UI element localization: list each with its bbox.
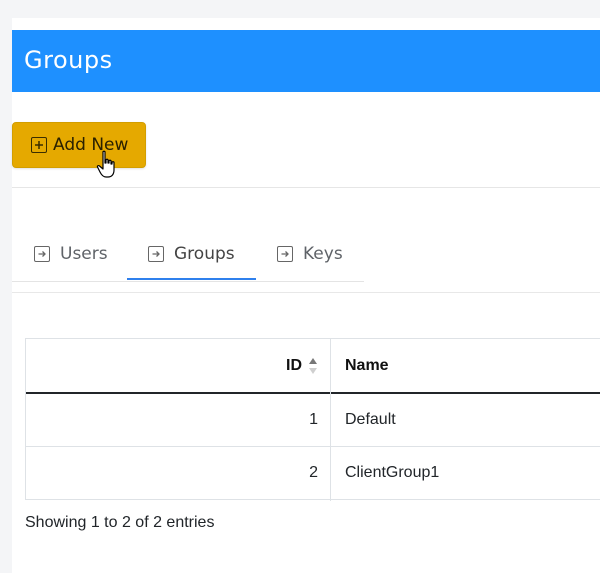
table-row[interactable]: 2 ClientGroup1 xyxy=(26,447,600,500)
tab-users-label: Users xyxy=(60,244,108,264)
tab-groups[interactable]: Groups xyxy=(148,228,235,280)
tab-divider xyxy=(12,292,600,293)
active-tab-indicator xyxy=(127,278,256,280)
column-header-id-label: ID xyxy=(286,356,302,374)
cell-name: ClientGroup1 xyxy=(345,464,440,481)
plus-square-icon xyxy=(31,137,47,153)
column-separator xyxy=(330,339,331,501)
tab-groups-label: Groups xyxy=(174,244,235,264)
arrow-right-square-icon xyxy=(148,246,164,262)
groups-table: ID Name 1 Default 2 ClientGroup1 xyxy=(25,338,600,501)
cell-id: 1 xyxy=(309,411,318,428)
add-new-label: Add New xyxy=(53,135,129,155)
page-header: Groups xyxy=(12,30,600,92)
cell-id: 2 xyxy=(309,464,318,481)
arrow-right-square-icon xyxy=(34,246,50,262)
tab-keys-label: Keys xyxy=(303,244,343,264)
table-info: Showing 1 to 2 of 2 entries xyxy=(25,514,215,531)
page-title: Groups xyxy=(24,46,113,74)
add-new-button[interactable]: Add New xyxy=(12,122,146,168)
table-row[interactable]: 1 Default xyxy=(26,394,600,447)
tab-bar: Users Groups Keys xyxy=(12,228,364,282)
column-header-name-label: Name xyxy=(345,356,389,374)
table-header-row: ID Name xyxy=(26,339,600,394)
toolbar-divider xyxy=(12,187,600,188)
tab-keys[interactable]: Keys xyxy=(277,228,343,280)
tab-users[interactable]: Users xyxy=(34,228,108,280)
arrow-right-square-icon xyxy=(277,246,293,262)
column-header-name[interactable]: Name xyxy=(345,339,389,392)
sort-up-down-icon xyxy=(308,357,318,375)
cell-name: Default xyxy=(345,411,396,428)
column-header-id[interactable]: ID xyxy=(26,339,318,392)
